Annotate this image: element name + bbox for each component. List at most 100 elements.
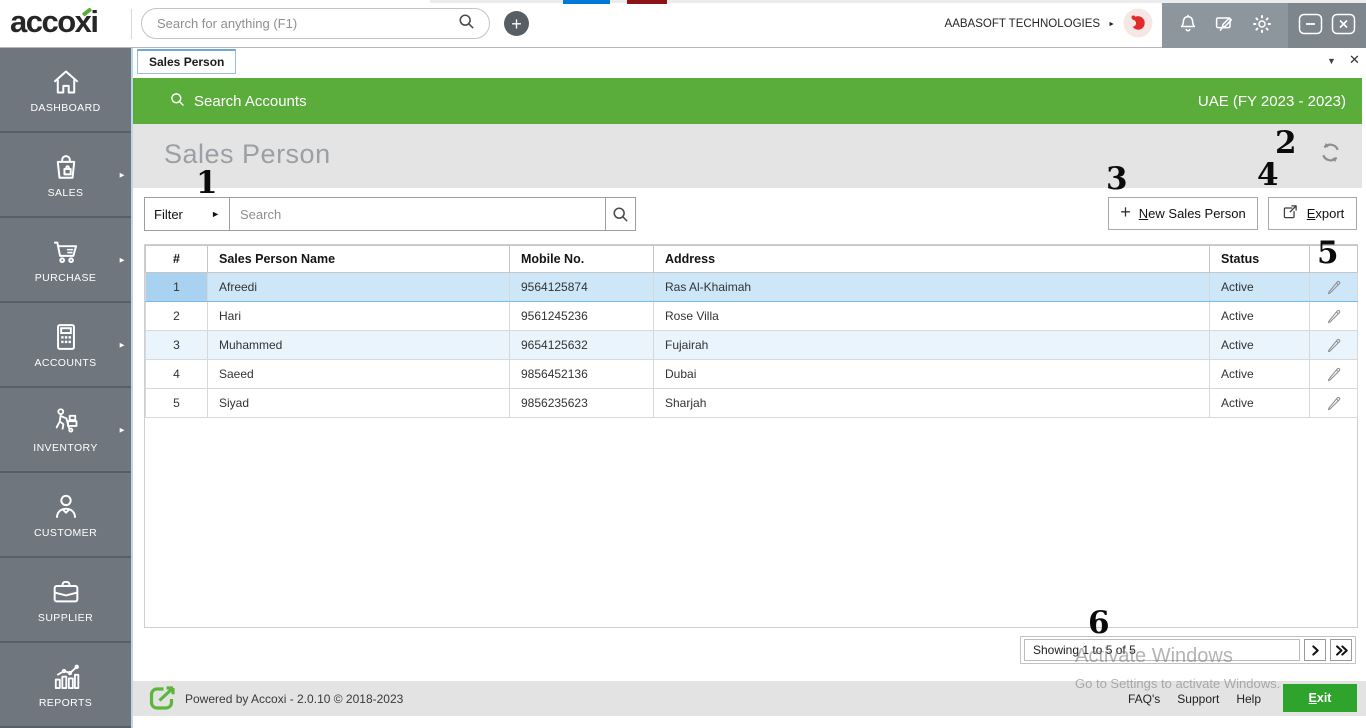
column-header — [1309, 245, 1358, 273]
edit-pencil-icon[interactable] — [1326, 337, 1342, 353]
cell-serial: 4 — [145, 359, 208, 389]
cell-status: Active — [1209, 359, 1310, 389]
page-title: Sales Person — [164, 139, 331, 169]
cell-mobile-no: 9654125632 — [509, 330, 654, 360]
edit-pencil-icon[interactable] — [1326, 279, 1342, 295]
edit-pencil-icon[interactable] — [1326, 366, 1342, 382]
sidebar-item-customer[interactable]: CUSTOMER — [0, 473, 131, 558]
cell-address: Fujairah — [653, 330, 1210, 360]
fiscal-year-label: UAE (FY 2023 - 2023) — [1197, 92, 1346, 110]
sidebar-item-label: REPORTS — [38, 697, 93, 709]
footer-link-help[interactable]: Help — [1236, 692, 1261, 706]
table-row[interactable]: 2 Hari 9561245236 Rose Villa Active — [145, 301, 1358, 331]
reports-chart-icon — [49, 660, 83, 694]
exit-button[interactable]: Exit — [1283, 684, 1357, 712]
sidebar-item-supplier[interactable]: SUPPLIER — [0, 558, 131, 643]
sidebar: DASHBOARD SALES ► PURCHASE ► ACCOUNTS ► … — [0, 48, 131, 728]
next-page-button[interactable] — [1304, 639, 1326, 661]
sidebar-item-dashboard[interactable]: DASHBOARD — [0, 48, 131, 133]
cell-serial: 2 — [145, 301, 208, 331]
table-row[interactable]: 5 Siyad 9856235623 Sharjah Active — [145, 388, 1358, 418]
cell-sales-person-name: Afreedi — [207, 272, 510, 302]
company-avatar[interactable] — [1123, 8, 1153, 41]
topbar-icon-group — [1162, 0, 1288, 48]
column-header: Address — [653, 245, 1210, 273]
tab-sales-person[interactable]: Sales Person — [137, 49, 237, 74]
export-button[interactable]: Export — [1268, 197, 1357, 230]
sidebar-item-purchase[interactable]: PURCHASE ► — [0, 218, 131, 303]
cell-serial: 1 — [145, 272, 208, 302]
column-header: Status — [1209, 245, 1310, 273]
footer-bar: Powered by Accoxi - 2.0.10 © 2018-2023 F… — [133, 681, 1366, 716]
table-header-row: # Sales Person Name Mobile No. Address Statu… — [145, 245, 1358, 273]
main-panel: Sales Person ▼ ✕ Search Accounts UAE (FY… — [131, 48, 1366, 728]
table-row[interactable]: 3 Muhammed 9654125632 Fujairah Active — [145, 330, 1358, 360]
chevron-right-icon: ► — [118, 170, 126, 179]
sidebar-item-label: DASHBOARD — [30, 102, 101, 114]
new-sales-person-button[interactable]: + New Sales Person — [1108, 197, 1258, 230]
tab-strip: Sales Person ▼ ✕ — [133, 48, 1366, 77]
column-header: Mobile No. — [509, 245, 654, 273]
list-search-input[interactable] — [230, 197, 606, 231]
global-search — [141, 8, 490, 39]
sidebar-item-sales[interactable]: SALES ► — [0, 133, 131, 218]
title-band: Sales Person — [133, 124, 1362, 188]
search-accounts-bar[interactable]: Search Accounts UAE (FY 2023 - 2023) — [133, 78, 1362, 124]
filter-dropdown[interactable]: Filter ► — [144, 197, 230, 231]
search-icon — [169, 91, 186, 112]
edit-pencil-icon[interactable] — [1326, 395, 1342, 411]
sidebar-item-reports[interactable]: REPORTS — [0, 643, 131, 728]
table-row[interactable]: 4 Saeed 9856452136 Dubai Active — [145, 359, 1358, 389]
powered-by-label: Powered by Accoxi - 2.0.10 © 2018-2023 — [185, 692, 404, 706]
column-header: Sales Person Name — [207, 245, 510, 273]
window-close-button[interactable] — [1331, 13, 1356, 35]
app-window: accoxi + AABASOFT TECHNOLOGIES ► DASHBOA… — [0, 0, 1366, 728]
footer-link-support[interactable]: Support — [1177, 692, 1219, 706]
toolbar: Filter ► + New Sales Person Export — [133, 188, 1366, 244]
accoxi-footer-logo-icon — [149, 686, 176, 716]
global-search-input[interactable] — [155, 15, 457, 32]
last-page-button[interactable] — [1330, 639, 1352, 661]
window-minimize-button[interactable] — [1298, 13, 1323, 35]
tab-close-icon[interactable]: ✕ — [1349, 52, 1360, 68]
column-header: # — [145, 245, 208, 273]
cell-address: Sharjah — [653, 388, 1210, 418]
list-search-button[interactable] — [606, 197, 636, 231]
settings-gear-icon[interactable] — [1250, 12, 1274, 36]
sidebar-item-label: CUSTOMER — [33, 527, 98, 539]
feedback-message-icon[interactable] — [1213, 12, 1237, 36]
cell-sales-person-name: Siyad — [207, 388, 510, 418]
edit-pencil-icon[interactable] — [1326, 308, 1342, 324]
notification-bell-icon[interactable] — [1176, 12, 1200, 36]
cell-sales-person-name: Saeed — [207, 359, 510, 389]
footer-link-faqs[interactable]: FAQ's — [1128, 692, 1160, 706]
sidebar-item-label: SALES — [47, 187, 84, 199]
chevron-right-icon: ► — [1108, 20, 1115, 28]
sales-bag-icon — [49, 150, 83, 184]
table-row[interactable]: 1 Afreedi 9564125874 Ras Al-Khaimah Acti… — [145, 272, 1358, 302]
cell-serial: 3 — [145, 330, 208, 360]
cell-mobile-no: 9561245236 — [509, 301, 654, 331]
cell-mobile-no: 9856235623 — [509, 388, 654, 418]
new-sales-person-label: New Sales Person — [1138, 206, 1246, 221]
search-icon[interactable] — [457, 12, 476, 36]
footer-links: FAQ's Support Help — [1128, 692, 1261, 706]
export-label: Export — [1306, 206, 1345, 221]
cell-status: Active — [1209, 272, 1310, 302]
filter-label: Filter — [154, 206, 183, 222]
chevron-right-icon: ► — [118, 425, 126, 434]
refresh-button[interactable] — [1317, 139, 1345, 167]
chevron-right-icon: ► — [118, 340, 126, 349]
cell-address: Dubai — [653, 359, 1210, 389]
accoxi-logo: accoxi — [10, 4, 99, 39]
sidebar-item-accounts[interactable]: ACCOUNTS ► — [0, 303, 131, 388]
purchase-cart-icon — [49, 235, 83, 269]
company-selector[interactable]: AABASOFT TECHNOLOGIES ► — [945, 0, 1153, 48]
quick-add-button[interactable]: + — [504, 11, 529, 36]
cell-address: Rose Villa — [653, 301, 1210, 331]
window-controls — [1288, 0, 1366, 48]
tab-list-caret-icon[interactable]: ▼ — [1327, 56, 1336, 66]
sidebar-item-label: ACCOUNTS — [34, 357, 97, 369]
sidebar-item-inventory[interactable]: INVENTORY ► — [0, 388, 131, 473]
inventory-trolley-icon — [49, 405, 83, 439]
